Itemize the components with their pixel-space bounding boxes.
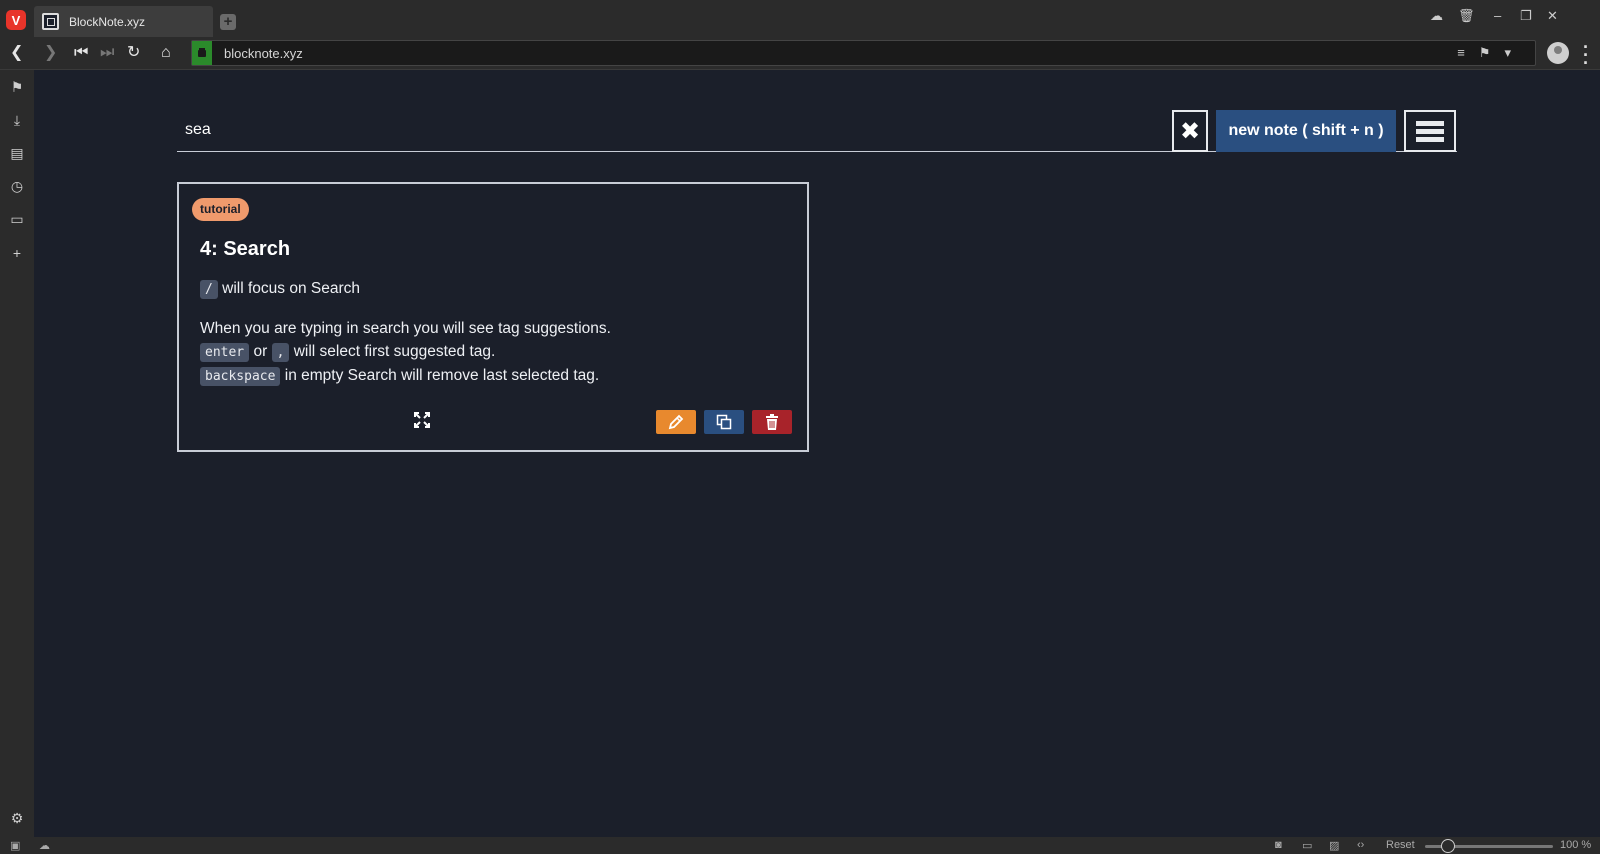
- close-window-icon[interactable]: ✕: [1547, 8, 1558, 24]
- note-text: will focus on Search: [222, 280, 360, 297]
- zoom-slider-thumb[interactable]: [1441, 839, 1455, 853]
- sync-cloud-icon[interactable]: ☁: [39, 839, 50, 852]
- dropdown-icon[interactable]: ▾: [1504, 45, 1525, 60]
- edit-note-button[interactable]: [656, 410, 696, 434]
- address-bar[interactable]: blocknote.xyz ≡⚑▾: [191, 40, 1536, 66]
- copy-note-button[interactable]: [704, 410, 744, 434]
- search-input[interactable]: [177, 110, 1077, 150]
- browser-sidepanel: ⚑ ⤓ ▤ ◷ ▭ + ⚙: [0, 70, 34, 837]
- menu-button[interactable]: [1404, 110, 1456, 152]
- logo-letter: V: [11, 12, 21, 28]
- forward-icon[interactable]: ❯: [44, 43, 57, 63]
- url-text[interactable]: blocknote.xyz: [224, 46, 303, 61]
- reader-view-icon[interactable]: ≡: [1457, 45, 1479, 60]
- settings-gear-icon[interactable]: ⚙: [9, 810, 25, 826]
- reload-icon[interactable]: ↻: [127, 43, 140, 63]
- menu-bar: [1416, 120, 1444, 126]
- trash-icon: [766, 414, 778, 430]
- note-title: 4: Search: [200, 238, 291, 260]
- search-bar: ✖ new note ( shift + n ): [177, 110, 1457, 152]
- key-code: enter: [200, 343, 250, 362]
- new-tab-button[interactable]: +: [220, 14, 236, 30]
- window-panel-icon[interactable]: ▭: [9, 211, 25, 227]
- note-tag[interactable]: tutorial: [192, 198, 249, 221]
- home-icon[interactable]: ⌂: [161, 43, 171, 63]
- fast-forward-icon[interactable]: ⏭: [100, 43, 114, 63]
- note-line: / will focus on Search: [200, 280, 360, 299]
- trash-icon[interactable]: 🗑: [1458, 8, 1475, 24]
- browser-tabbar: V BlockNote.xyz + ☁ 🗑 – ❐ ✕: [0, 0, 1600, 37]
- bookmarks-panel-icon[interactable]: ⚑: [9, 79, 25, 95]
- menu-kebab-icon[interactable]: · · ·: [1583, 38, 1589, 72]
- expand-icon[interactable]: [414, 412, 430, 428]
- new-note-button[interactable]: new note ( shift + n ): [1216, 110, 1396, 152]
- minimize-icon[interactable]: –: [1494, 8, 1501, 23]
- copy-icon: [716, 414, 732, 430]
- menu-bar: [1416, 128, 1444, 134]
- add-panel-icon[interactable]: +: [9, 245, 25, 261]
- close-icon: ✖: [1179, 117, 1201, 145]
- pencil-icon: [668, 414, 684, 430]
- note-text: will select first suggested tag.: [293, 343, 496, 360]
- tab-title: BlockNote.xyz: [69, 14, 146, 29]
- zoom-level: 100 %: [1560, 839, 1592, 851]
- note-text: in empty Search will remove last selecte…: [284, 367, 600, 384]
- page-actions-icon[interactable]: ‹›: [1357, 839, 1364, 851]
- browser-statusbar: ▣ ☁ ◙ ▭ ▨ ‹› Reset 100 %: [0, 837, 1600, 854]
- key-code: backspace: [200, 367, 281, 386]
- images-icon[interactable]: ▨: [1329, 839, 1339, 852]
- cloud-sync-icon[interactable]: ☁: [1430, 8, 1443, 24]
- capture-camera-icon[interactable]: ◙: [1275, 839, 1282, 851]
- note-card: tutorial 4: Search / will focus on Searc…: [177, 182, 809, 452]
- browser-navbar: ❮ ❯ ⏮ ⏭ ↻ ⌂ blocknote.xyz ≡⚑▾ · · ·: [0, 37, 1600, 72]
- delete-note-button[interactable]: [752, 410, 792, 434]
- tiling-icon[interactable]: ▭: [1302, 839, 1312, 852]
- back-icon[interactable]: ❮: [10, 43, 23, 63]
- key-code: /: [200, 280, 218, 299]
- lock-icon[interactable]: [192, 41, 212, 65]
- restore-icon[interactable]: ❐: [1520, 8, 1532, 24]
- key-code: ,: [271, 343, 290, 362]
- blocknote-app: ✖ new note ( shift + n ) tutorial 4: Sea…: [34, 70, 1600, 837]
- note-line: enter or , will select first suggested t…: [200, 343, 496, 362]
- rewind-icon[interactable]: ⏮: [74, 43, 88, 63]
- clear-search-button[interactable]: ✖: [1172, 110, 1208, 152]
- note-text: or: [253, 343, 268, 360]
- zoom-reset-button[interactable]: Reset: [1386, 839, 1415, 851]
- downloads-panel-icon[interactable]: ⤓: [9, 112, 25, 128]
- notes-panel-icon[interactable]: ▤: [9, 145, 25, 161]
- profile-avatar[interactable]: [1547, 42, 1569, 64]
- menu-bar: [1416, 136, 1444, 142]
- favicon-icon: [42, 13, 59, 30]
- tab-blocknote[interactable]: BlockNote.xyz: [34, 6, 213, 37]
- address-bar-actions: ≡⚑▾: [1457, 45, 1525, 61]
- note-line: When you are typing in search you will s…: [200, 320, 611, 337]
- bookmark-icon[interactable]: ⚑: [1479, 45, 1505, 60]
- note-line: backspace in empty Search will remove la…: [200, 367, 600, 386]
- vivaldi-logo-icon[interactable]: V: [6, 10, 26, 30]
- history-panel-icon[interactable]: ◷: [9, 178, 25, 194]
- panel-toggle-icon[interactable]: ▣: [10, 839, 20, 852]
